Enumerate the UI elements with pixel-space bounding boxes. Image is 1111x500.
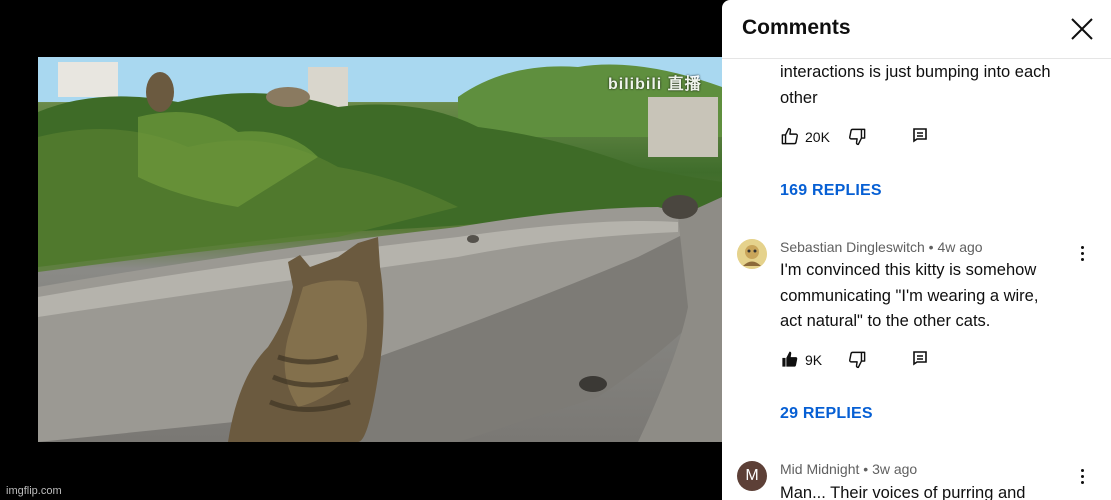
like-button[interactable]: 20K [780, 127, 830, 146]
video-player[interactable]: bilibili 直播 imgflip.com [0, 0, 722, 500]
video-watermark: bilibili 直播 [608, 76, 702, 93]
comment-line: I'm convinced this kitty is somehow [780, 261, 1037, 279]
comment-author[interactable]: Sebastian Dingleswitch [780, 239, 925, 255]
comment-body: interactions is just bumping into each o… [780, 60, 1051, 111]
like-button[interactable]: 9K [780, 350, 822, 369]
thumbs-up-icon [781, 127, 798, 145]
avatar-letter: M [745, 467, 759, 484]
comment-line: act natural" to the other cats. [780, 312, 991, 330]
comment-actions: 20K [780, 127, 980, 149]
comment-meta: Sebastian Dingleswitch • 4w ago [780, 239, 983, 255]
avatar[interactable] [737, 239, 767, 269]
reply-icon [913, 128, 927, 143]
comment-age: 3w ago [872, 461, 918, 477]
view-replies-button[interactable]: 169 REPLIES [780, 182, 882, 200]
comments-panel: Comments interactions is just bumping in… [722, 0, 1111, 500]
avatar-image [737, 239, 767, 269]
close-icon[interactable] [1067, 14, 1097, 44]
like-count: 20K [805, 128, 830, 145]
video-frame[interactable] [38, 57, 722, 442]
meta-separator: • [863, 461, 873, 477]
reply-icon [913, 351, 927, 366]
comment-body: Man... Their voices of purring and [780, 481, 1026, 500]
reply-button[interactable] [912, 350, 928, 366]
comment-author[interactable]: Mid Midnight [780, 461, 859, 477]
comments-header: Comments [722, 0, 1111, 59]
imgflip-credit: imgflip.com [6, 485, 62, 497]
like-count: 9K [805, 351, 823, 368]
comment-age: 4w ago [937, 239, 983, 255]
comment-line: interactions is just bumping into each [780, 63, 1051, 81]
more-options-icon[interactable] [1079, 469, 1085, 487]
dislike-button[interactable] [848, 350, 867, 369]
view-replies-button[interactable]: 29 REPLIES [780, 405, 873, 423]
thumbs-up-filled-icon [782, 351, 798, 367]
comment-line: Man... Their voices of purring and [780, 484, 1026, 500]
thumbs-down-icon [849, 351, 866, 369]
avatar[interactable]: M [737, 461, 767, 491]
comment-line: communicating "I'm wearing a wire, [780, 286, 1039, 305]
comment-actions: 9K [780, 350, 980, 372]
comment-body: I'm convinced this kitty is somehow comm… [780, 258, 1038, 335]
thumbs-down-icon [849, 128, 866, 146]
more-options-icon[interactable] [1079, 246, 1085, 264]
comment-meta: Mid Midnight • 3w ago [780, 461, 917, 477]
video-scene [38, 57, 722, 442]
reply-button[interactable] [912, 127, 928, 143]
comments-title: Comments [742, 16, 851, 39]
comment-line: other [780, 88, 818, 107]
dislike-button[interactable] [848, 127, 867, 146]
